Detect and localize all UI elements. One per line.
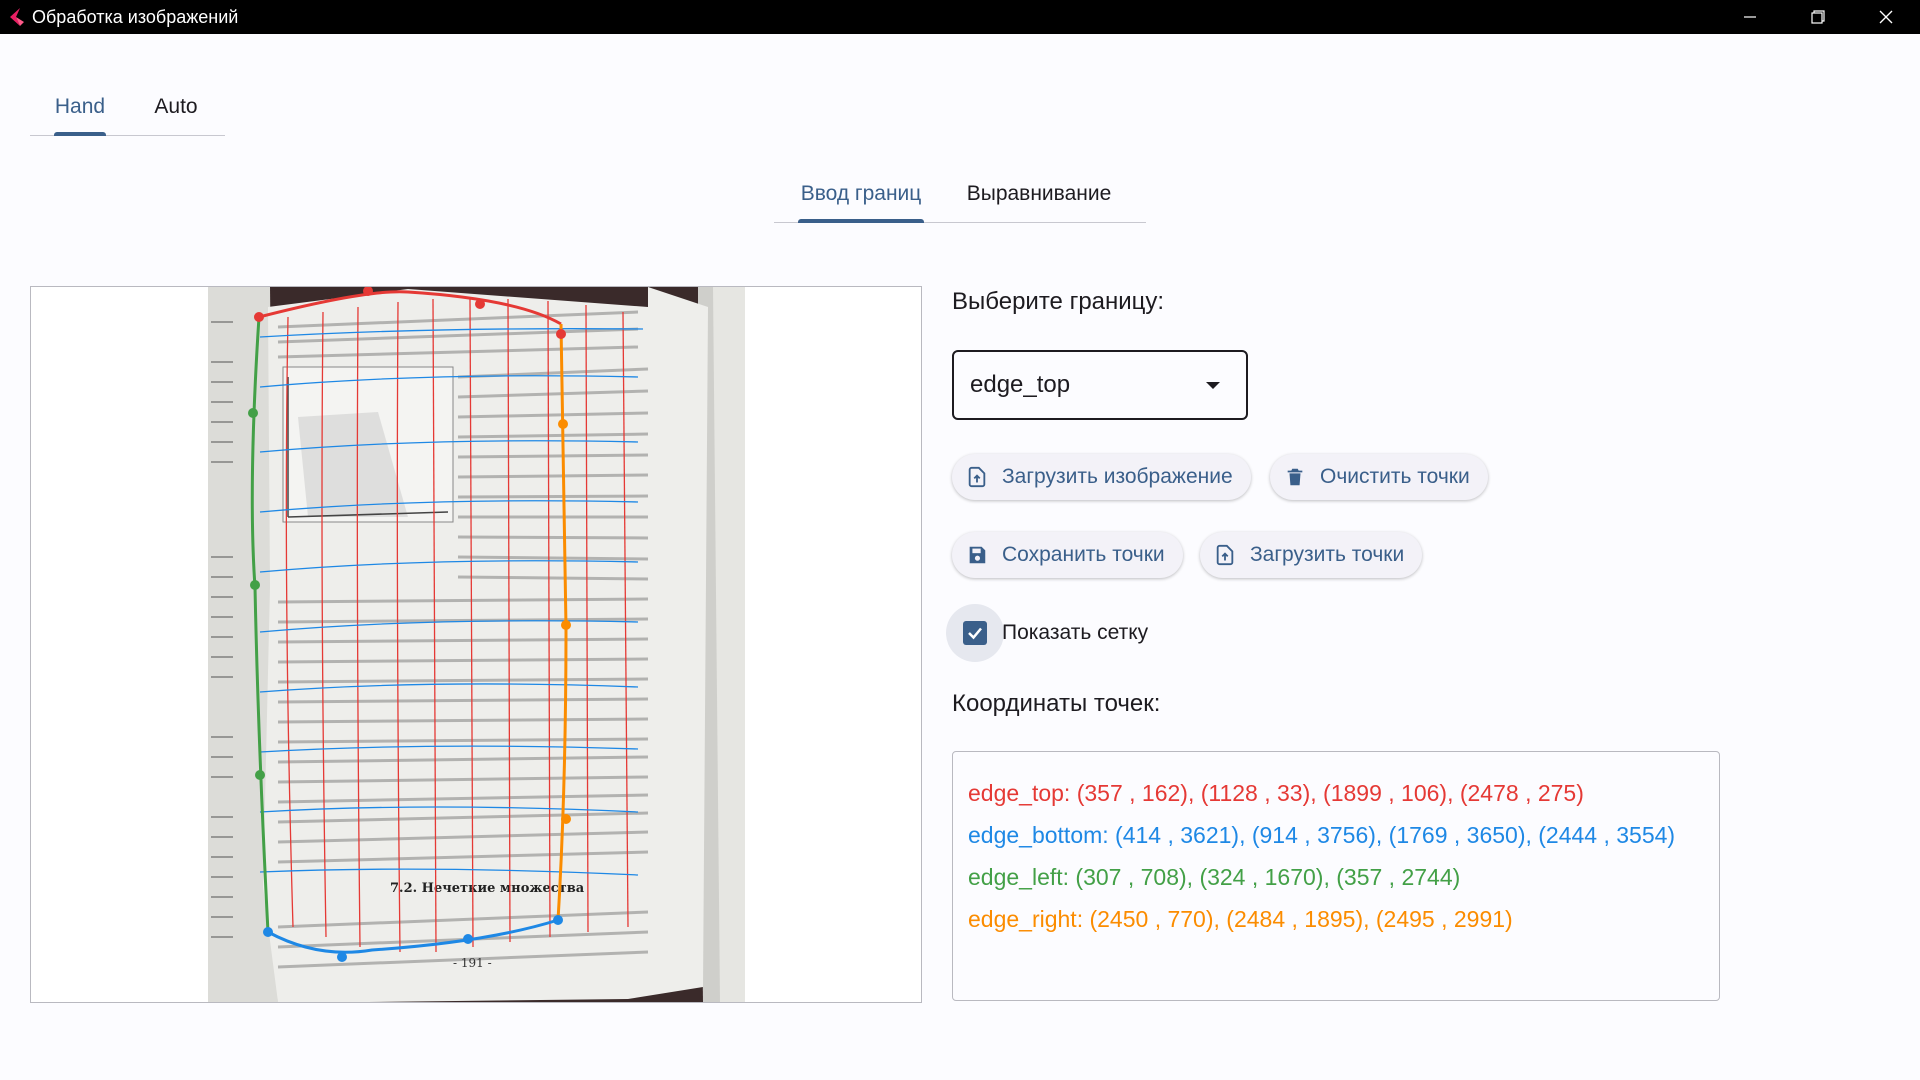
coords-edge-bottom: edge_bottom: (414 , 3621), (914 , 3756),… bbox=[968, 822, 1676, 848]
app-logo-icon bbox=[10, 8, 24, 26]
checkbox-halo bbox=[946, 604, 1004, 662]
page-number: - 191 - bbox=[453, 956, 492, 970]
load-points-label: Загрузить точки bbox=[1250, 543, 1405, 566]
select-edge-label: Выберите границу: bbox=[952, 288, 1165, 315]
load-image-button[interactable]: Загрузить изображение bbox=[952, 454, 1251, 500]
coords-label: Координаты точек: bbox=[952, 690, 1161, 717]
close-button[interactable] bbox=[1852, 0, 1920, 34]
document-photo: 7.2. Нечеткие множества - 191 - bbox=[208, 287, 745, 1002]
coords-edge-right: edge_right: (2450 , 770), (2484 , 1895),… bbox=[968, 906, 1513, 932]
save-icon bbox=[966, 544, 988, 566]
save-points-label: Сохранить точки bbox=[1002, 543, 1165, 566]
clear-points-label: Очистить точки bbox=[1320, 465, 1470, 488]
upload-file-icon bbox=[1214, 544, 1236, 566]
trash-icon bbox=[1284, 466, 1306, 488]
section-heading: 7.2. Нечеткие множества bbox=[390, 881, 585, 896]
coords-edge-top: edge_top: (357 , 162), (1128 , 33), (189… bbox=[968, 780, 1584, 806]
chevron-down-icon bbox=[1206, 382, 1220, 389]
tab-hand[interactable]: Hand bbox=[54, 78, 106, 136]
minimize-button[interactable] bbox=[1716, 0, 1784, 34]
coords-edge-left: edge_left: (307 , 708), (324 , 1670), (3… bbox=[968, 864, 1461, 890]
minimize-icon bbox=[1744, 16, 1756, 18]
tab-edge-input[interactable]: Ввод границ bbox=[798, 165, 924, 223]
tab-alignment[interactable]: Выравнивание bbox=[964, 165, 1114, 222]
show-grid-label: Показать сетку bbox=[1002, 621, 1149, 644]
window-title: Обработка изображений bbox=[32, 6, 239, 27]
load-image-label: Загрузить изображение bbox=[1002, 465, 1233, 488]
edge-dropdown-value: edge_top bbox=[970, 371, 1071, 398]
step-tabs: Ввод границ Выравнивание bbox=[774, 165, 1146, 223]
upload-file-icon bbox=[966, 466, 988, 488]
load-points-button[interactable]: Загрузить точки bbox=[1200, 532, 1423, 578]
save-points-button[interactable]: Сохранить точки bbox=[952, 532, 1183, 578]
show-grid-checkbox[interactable] bbox=[963, 621, 987, 645]
tab-auto[interactable]: Auto bbox=[146, 78, 206, 135]
show-grid-toggle[interactable]: Показать сетку bbox=[946, 604, 1148, 662]
restore-button[interactable] bbox=[1784, 0, 1852, 34]
close-icon bbox=[1879, 10, 1893, 24]
title-bar: Обработка изображений bbox=[0, 0, 1920, 34]
edge-dropdown[interactable]: edge_top bbox=[952, 350, 1248, 420]
checkmark-icon bbox=[968, 627, 982, 640]
coords-textbox[interactable]: edge_top: (357 , 162), (1128 , 33), (189… bbox=[952, 751, 1720, 1001]
mode-tabs: Hand Auto bbox=[30, 78, 225, 136]
restore-icon bbox=[1811, 10, 1825, 24]
image-canvas[interactable]: 7.2. Нечеткие множества - 191 - bbox=[30, 286, 922, 1003]
clear-points-button[interactable]: Очистить точки bbox=[1270, 454, 1488, 500]
